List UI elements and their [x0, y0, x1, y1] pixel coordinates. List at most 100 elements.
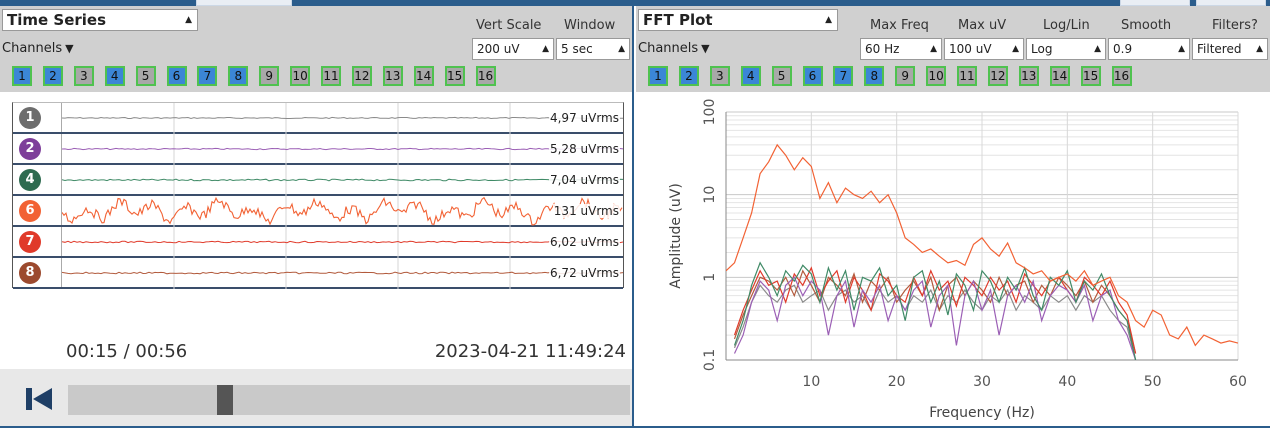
playback-slider[interactable]: [68, 385, 630, 415]
channel-button-12[interactable]: 12: [351, 66, 372, 86]
log-lin-dropdown[interactable]: Log ▲: [1026, 38, 1106, 60]
channel-button-6[interactable]: 6: [166, 66, 187, 86]
channel-button-6[interactable]: 6: [802, 66, 823, 86]
channel-button-2[interactable]: 2: [678, 66, 699, 86]
channel-trace-7: [62, 227, 623, 258]
log-lin-value: Log: [1031, 42, 1053, 56]
channel-badge[interactable]: 4: [19, 169, 41, 191]
grid-lines: [726, 111, 1239, 361]
channel-button-1[interactable]: 1: [648, 66, 668, 86]
channel-badge[interactable]: 6: [19, 200, 41, 222]
channel-button-7[interactable]: 7: [197, 66, 218, 86]
channel-button-7[interactable]: 7: [833, 66, 854, 86]
channel-button-13[interactable]: 13: [1018, 66, 1039, 86]
playback-time: 00:15 / 00:56: [66, 341, 188, 362]
channel-badge[interactable]: 8: [19, 262, 41, 284]
channel-select-bar: 1 2 3 4 5 6 7 8 9 10 11 12 13 14 15 16: [0, 64, 632, 92]
channel-button-14[interactable]: 14: [413, 66, 434, 86]
time-series-plot: 1 4,97 uVrms 2 5,28 uVrms 4 7,04 uVrms 6 131 uV…: [12, 102, 624, 289]
channel-rms-value: 6,72 uVrms: [548, 266, 620, 280]
channel-rms-value: 5,28 uVrms: [548, 142, 620, 156]
channel-badge[interactable]: 1: [19, 107, 41, 129]
channel-badge[interactable]: 2: [19, 138, 41, 160]
channels-dropdown[interactable]: Channels ▼: [2, 41, 74, 56]
channel-row-1: 1 4,97 uVrms: [13, 103, 623, 134]
channel-row-8: 8 6,72 uVrms: [13, 258, 623, 289]
x-tick-label: 50: [1144, 374, 1162, 390]
y-tick-label: 10: [702, 186, 718, 204]
channel-button-9[interactable]: 9: [259, 66, 280, 86]
max-uv-dropdown[interactable]: 100 uV ▲: [944, 38, 1024, 60]
y-tick-label: 100: [702, 99, 718, 126]
channel-button-5[interactable]: 5: [135, 66, 156, 86]
vert-scale-label: Vert Scale: [476, 18, 542, 33]
caret-up-icon: ▲: [825, 15, 832, 25]
fft-series-line: [733, 284, 1137, 360]
x-tick-label: 20: [888, 374, 906, 390]
channel-button-8[interactable]: 8: [228, 66, 249, 86]
channel-button-3[interactable]: 3: [709, 66, 730, 86]
smooth-dropdown[interactable]: 0.9 ▲: [1108, 38, 1190, 60]
channel-button-16[interactable]: 16: [475, 66, 496, 86]
x-tick-label: 60: [1229, 374, 1247, 390]
channel-button-13[interactable]: 13: [382, 66, 403, 86]
log-lin-label: Log/Lin: [1043, 18, 1090, 33]
fft-controls: Channels ▼ 60 Hz ▲ 100 uV ▲ Log ▲ 0.9 ▲ F…: [636, 34, 1270, 64]
filters-dropdown[interactable]: Filtered ▲: [1192, 38, 1268, 60]
skip-to-start-icon[interactable]: [24, 386, 54, 412]
x-tick-label: 10: [802, 374, 820, 390]
playback-bar: [0, 369, 632, 426]
channel-button-10[interactable]: 10: [926, 66, 947, 86]
channels-label: Channels: [2, 41, 63, 56]
channel-button-3[interactable]: 3: [73, 66, 94, 86]
channel-button-2[interactable]: 2: [42, 66, 63, 86]
window-label: Window: [564, 18, 616, 33]
time-series-header: Time Series ▲ Vert Scale Window: [0, 6, 632, 34]
widget-select-dropdown[interactable]: Time Series ▲: [2, 9, 198, 31]
channel-button-15[interactable]: 15: [1080, 66, 1101, 86]
channel-trace-4: [62, 165, 623, 196]
max-freq-dropdown[interactable]: 60 Hz ▲: [860, 38, 942, 60]
caret-up-icon: ▲: [618, 44, 625, 54]
caret-up-icon: ▲: [1094, 44, 1101, 54]
filters-value: Filtered: [1197, 42, 1242, 56]
vert-scale-dropdown[interactable]: 200 uV ▲: [472, 38, 554, 60]
channel-button-8[interactable]: 8: [864, 66, 885, 86]
channel-button-12[interactable]: 12: [987, 66, 1008, 86]
y-axis-label: Amplitude (uV): [668, 183, 684, 289]
max-freq-value: 60 Hz: [865, 42, 900, 56]
channel-button-1[interactable]: 1: [12, 66, 32, 86]
channel-row-4: 4 7,04 uVrms: [13, 165, 623, 196]
channel-button-4[interactable]: 4: [740, 66, 761, 86]
fft-header: FFT Plot ▲ Max Freq Max uV Log/Lin Smoot…: [636, 6, 1270, 34]
channel-button-10[interactable]: 10: [290, 66, 311, 86]
triangle-down-icon: ▼: [65, 42, 74, 55]
triangle-down-icon: ▼: [701, 42, 710, 55]
widget-select-dropdown[interactable]: FFT Plot ▲: [638, 9, 838, 31]
channel-button-14[interactable]: 14: [1049, 66, 1070, 86]
caret-up-icon: ▲: [1012, 44, 1019, 54]
channel-button-16[interactable]: 16: [1111, 66, 1132, 86]
fft-chart: 0.1 1 10 100 10 20 30 40 50 60 Frequency (Hz) Ampli…: [668, 99, 1247, 421]
channel-button-4[interactable]: 4: [104, 66, 125, 86]
caret-up-icon: ▲: [542, 44, 549, 54]
channel-button-15[interactable]: 15: [444, 66, 465, 86]
recording-timestamp: 2023-04-21 11:49:24: [434, 341, 626, 362]
smooth-value: 0.9: [1113, 42, 1133, 56]
filters-label: Filters?: [1212, 18, 1258, 33]
channel-button-11[interactable]: 11: [321, 66, 341, 86]
channels-dropdown[interactable]: Channels ▼: [638, 41, 710, 56]
channel-button-9[interactable]: 9: [895, 66, 916, 86]
channel-badge[interactable]: 7: [19, 231, 41, 253]
window-dropdown[interactable]: 5 sec ▲: [556, 38, 630, 60]
channel-rms-value: 131 uVrms: [552, 204, 620, 218]
time-series-controls: Channels ▼ 200 uV ▲ 5 sec ▲: [0, 34, 632, 64]
caret-up-icon: ▲: [185, 15, 192, 25]
playback-slider-handle[interactable]: [217, 385, 234, 415]
channel-trace-8: [62, 258, 623, 289]
channel-button-11[interactable]: 11: [957, 66, 977, 86]
max-uv-label: Max uV: [958, 18, 1007, 33]
caret-up-icon: ▲: [930, 44, 937, 54]
channel-button-5[interactable]: 5: [771, 66, 792, 86]
caret-up-icon: ▲: [1178, 44, 1185, 54]
